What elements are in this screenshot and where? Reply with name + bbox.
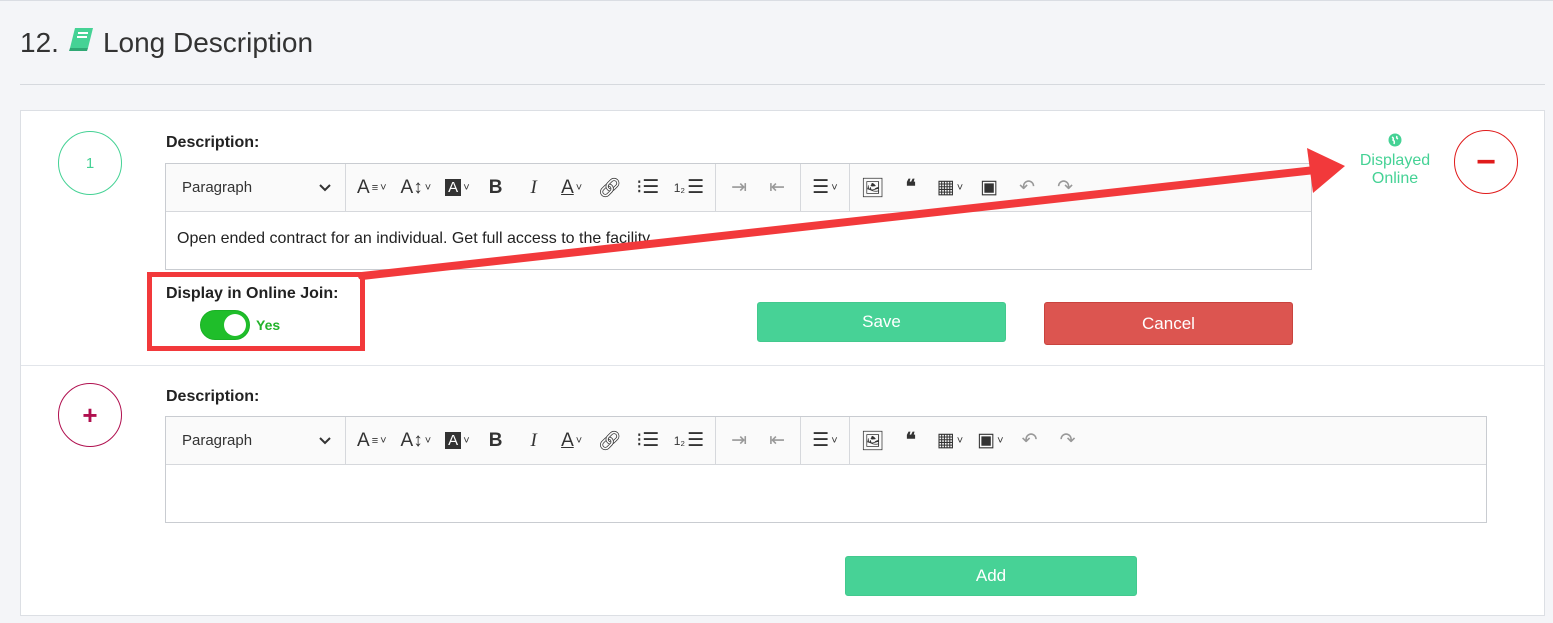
link-icon[interactable]: 🔗︎ xyxy=(593,424,627,458)
table-icon[interactable]: ▦ ˅ xyxy=(932,171,968,205)
section-heading: Long Description xyxy=(102,26,314,58)
toolbar-group-insert: 🖼︎ ❝ ▦ ˅ ▣ ↶ ↷ xyxy=(850,164,1089,211)
media-icon[interactable]: ▣ xyxy=(972,171,1006,205)
link-icon[interactable]: 🔗︎ xyxy=(593,171,627,205)
section-number: 12. xyxy=(20,26,59,58)
add-button[interactable]: Add xyxy=(845,556,1137,596)
paragraph-select[interactable]: Paragraph xyxy=(166,164,346,211)
italic-icon[interactable]: I xyxy=(517,424,551,458)
title-divider xyxy=(20,84,1545,85)
cancel-button[interactable]: Cancel xyxy=(1044,302,1293,345)
add-item-badge[interactable]: + xyxy=(58,383,122,447)
status-line-2: Online xyxy=(1371,170,1419,187)
editor-content[interactable]: Open ended contract for an individual. G… xyxy=(166,212,1311,266)
toolbar-group-align: ☰ ˅ xyxy=(801,164,850,211)
redo-icon[interactable]: ↷ xyxy=(1051,424,1085,458)
media-icon[interactable]: ▣ ˅ xyxy=(972,424,1008,458)
indent-icon[interactable]: ⇥ xyxy=(722,171,756,205)
toolbar-group-indent: ⇥ ⇤ xyxy=(716,417,802,464)
description-label: Description: xyxy=(166,134,260,151)
minus-icon: − xyxy=(1476,142,1496,181)
outdent-icon[interactable]: ⇤ xyxy=(760,424,794,458)
bold-icon[interactable]: B xyxy=(479,171,513,205)
row-divider xyxy=(21,365,1544,366)
description-label-new: Description: xyxy=(166,388,260,405)
item-number-badge: 1 xyxy=(58,131,122,195)
bold-icon[interactable]: B xyxy=(479,424,513,458)
bulleted-list-icon[interactable]: ⁝☰ xyxy=(631,171,665,205)
indent-icon[interactable]: ⇥ xyxy=(722,424,756,458)
font-color-icon[interactable]: A ˅ xyxy=(555,424,589,458)
toolbar-group-format: A ≡ ˅ A↕ ˅ A ˅ B I A ˅ 🔗︎ ⁝☰ 1₂ ☰ xyxy=(346,417,717,464)
table-icon[interactable]: ▦ ˅ xyxy=(932,424,968,458)
status-line-1: Displayed xyxy=(1359,152,1431,169)
section-title: 12. Long Description xyxy=(20,26,313,59)
font-family-icon[interactable]: A↕ ˅ xyxy=(396,171,437,205)
book-icon xyxy=(67,26,95,59)
numbered-list-icon[interactable]: 1₂ ☰ xyxy=(669,424,709,458)
item-number: 1 xyxy=(85,154,95,172)
font-family-icon[interactable]: A↕ ˅ xyxy=(396,424,437,458)
save-button[interactable]: Save xyxy=(757,302,1006,342)
paragraph-select-value: Paragraph xyxy=(182,179,253,196)
font-background-icon[interactable]: A ˅ xyxy=(440,424,474,458)
bulleted-list-icon[interactable]: ⁝☰ xyxy=(631,424,665,458)
annotation-highlight-box xyxy=(147,272,365,351)
paragraph-select-new[interactable]: Paragraph xyxy=(166,417,346,464)
undo-icon[interactable]: ↶ xyxy=(1013,424,1047,458)
font-background-icon[interactable]: A ˅ xyxy=(440,171,474,205)
align-icon[interactable]: ☰ ˅ xyxy=(807,424,842,458)
editor-content-new[interactable] xyxy=(166,465,1486,501)
top-divider xyxy=(0,0,1553,1)
font-size-icon[interactable]: A ≡ ˅ xyxy=(352,424,392,458)
editor-toolbar-new: Paragraph A ≡ ˅ A↕ ˅ A ˅ B I A ˅ 🔗︎ ⁝☰ 1₂ ☰ ⇥ … xyxy=(166,417,1486,465)
image-icon[interactable]: 🖼︎ xyxy=(856,424,890,458)
globe-icon xyxy=(1350,133,1440,152)
undo-icon[interactable]: ↶ xyxy=(1010,171,1044,205)
font-size-icon[interactable]: A ≡ ˅ xyxy=(352,171,392,205)
toolbar-group-insert: 🖼︎ ❝ ▦ ˅ ▣ ˅ ↶ ↷ xyxy=(850,417,1091,464)
redo-icon[interactable]: ↷ xyxy=(1048,171,1082,205)
rich-text-editor-new: Paragraph A ≡ ˅ A↕ ˅ A ˅ B I A ˅ 🔗︎ ⁝☰ 1₂ ☰ ⇥ … xyxy=(165,416,1487,523)
blockquote-icon[interactable]: ❝ xyxy=(894,171,928,205)
rich-text-editor: Paragraph A ≡ ˅ A↕ ˅ A ˅ B I A ˅ 🔗︎ ⁝☰ 1₂ ☰ ⇥ … xyxy=(165,163,1312,270)
font-color-icon[interactable]: A ˅ xyxy=(555,171,589,205)
toolbar-group-format: A ≡ ˅ A↕ ˅ A ˅ B I A ˅ 🔗︎ ⁝☰ 1₂ ☰ xyxy=(346,164,717,211)
toolbar-group-indent: ⇥ ⇤ xyxy=(716,164,802,211)
chevron-down-icon xyxy=(319,179,331,196)
italic-icon[interactable]: I xyxy=(517,171,551,205)
align-icon[interactable]: ☰ ˅ xyxy=(807,171,842,205)
paragraph-select-value: Paragraph xyxy=(182,432,253,449)
blockquote-icon[interactable]: ❝ xyxy=(894,424,928,458)
image-icon[interactable]: 🖼︎ xyxy=(856,171,890,205)
remove-item-button[interactable]: − xyxy=(1454,130,1518,194)
outdent-icon[interactable]: ⇤ xyxy=(760,171,794,205)
displayed-online-status: Displayed Online xyxy=(1350,133,1440,188)
chevron-down-icon xyxy=(319,432,331,449)
plus-icon: + xyxy=(82,399,98,430)
editor-toolbar: Paragraph A ≡ ˅ A↕ ˅ A ˅ B I A ˅ 🔗︎ ⁝☰ 1₂ ☰ ⇥ … xyxy=(166,164,1311,212)
toolbar-group-align: ☰ ˅ xyxy=(801,417,850,464)
numbered-list-icon[interactable]: 1₂ ☰ xyxy=(669,171,709,205)
